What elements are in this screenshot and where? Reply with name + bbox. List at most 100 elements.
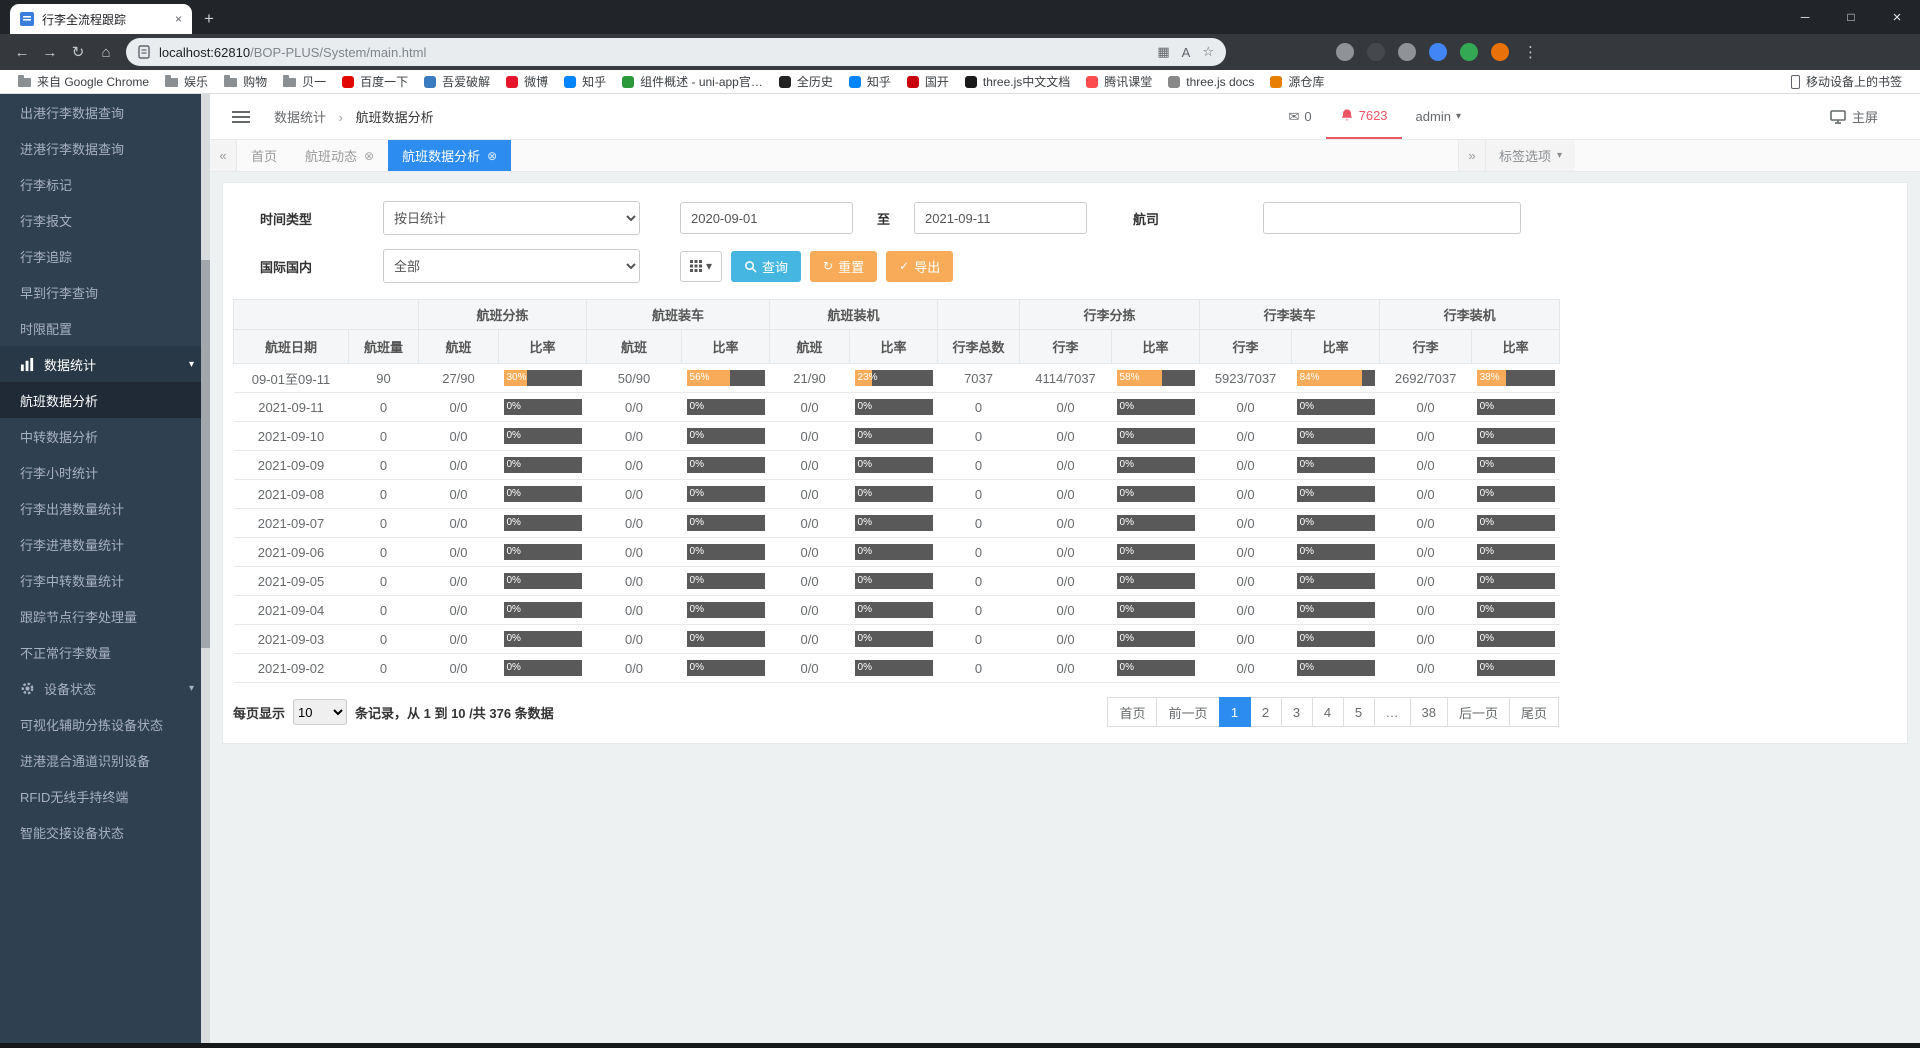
page-button[interactable]: 后一页 [1447, 697, 1510, 727]
sidebar-item[interactable]: 行李标记 [0, 166, 210, 202]
site-info-icon[interactable] [138, 45, 150, 59]
profile-avatar[interactable] [1491, 43, 1509, 61]
bookmark-item[interactable]: 购物 [216, 70, 275, 93]
date-to-input[interactable] [914, 202, 1087, 234]
data-cell: 0/0 [1380, 393, 1472, 422]
sidebar-item[interactable]: 行李出港数量统计 [0, 490, 210, 526]
bookmark-item[interactable]: 微博 [498, 70, 556, 93]
notifications-button[interactable]: 7623 [1326, 94, 1402, 139]
page-tab[interactable]: 航班动态⊗ [291, 140, 388, 171]
sidebar-item[interactable]: 时限配置 [0, 310, 210, 346]
sidebar-item[interactable]: 智能交接设备状态 [0, 814, 210, 850]
close-button[interactable]: × [1874, 0, 1920, 34]
date-from-input[interactable] [680, 202, 853, 234]
translate-extension-icon[interactable] [1429, 43, 1447, 61]
data-cell: 09-01至09-11 [234, 364, 349, 393]
bookmark-item[interactable]: 来自 Google Chrome [10, 70, 157, 93]
sidebar-item[interactable]: 早到行李查询 [0, 274, 210, 310]
sidebar-item[interactable]: 跟踪节点行李处理量 [0, 598, 210, 634]
sidebar-item[interactable]: 不正常行李数量 [0, 634, 210, 670]
columns-toggle-button[interactable]: ▾ [680, 251, 722, 282]
tabs-scroll-right-button[interactable]: » [1458, 140, 1485, 171]
sidebar-item[interactable]: 航班数据分析 [0, 382, 210, 418]
page-button[interactable]: 首页 [1107, 697, 1157, 727]
extension-badge-icon[interactable] [1367, 43, 1385, 61]
sidebar-group[interactable]: 设备状态▾ [0, 670, 210, 706]
sidebar-item[interactable]: 进港行李数据查询 [0, 130, 210, 166]
page-size-select[interactable]: 10 [293, 699, 347, 725]
sidebar-item[interactable]: 中转数据分析 [0, 418, 210, 454]
bookmark-item[interactable]: 知乎 [556, 70, 614, 93]
page-tab[interactable]: 航班数据分析⊗ [388, 140, 511, 171]
scope-select[interactable]: 全部 [383, 249, 640, 283]
tab-close-icon[interactable]: ⊗ [364, 149, 374, 163]
airline-input[interactable] [1263, 202, 1521, 234]
bookmark-star-icon[interactable]: ☆ [1202, 44, 1214, 60]
sidebar-item[interactable]: 行李报文 [0, 202, 210, 238]
page-button[interactable]: 2 [1250, 697, 1282, 727]
breadcrumb-parent[interactable]: 数据统计 [274, 110, 326, 125]
green-status-icon[interactable] [1460, 43, 1478, 61]
bookmark-item[interactable]: three.js docs [1160, 70, 1262, 93]
sidebar-item[interactable]: 行李进港数量统计 [0, 526, 210, 562]
sidebar-scrollbar[interactable] [201, 94, 210, 1043]
page-button[interactable]: 5 [1343, 697, 1375, 727]
user-menu[interactable]: admin ▾ [1402, 94, 1475, 139]
page-tab[interactable]: 首页 [237, 140, 291, 171]
tab-options-button[interactable]: 标签选项 ▾ [1485, 140, 1575, 171]
bookmark-item[interactable]: 吾爱破解 [416, 70, 498, 93]
mail-button[interactable]: ✉ 0 [1274, 94, 1325, 139]
tab-close-icon[interactable]: × [175, 12, 182, 26]
bookmark-item[interactable]: 知乎 [841, 70, 899, 93]
page-button[interactable]: 1 [1219, 697, 1251, 727]
sidebar-item[interactable]: 行李中转数量统计 [0, 562, 210, 598]
page-button[interactable]: 4 [1312, 697, 1344, 727]
time-type-select[interactable]: 按日统计 [383, 201, 640, 235]
address-bar[interactable]: localhost:62810/BOP-PLUS/System/main.htm… [126, 38, 1226, 66]
bookmark-item[interactable]: 娱乐 [157, 70, 216, 93]
bookmark-item[interactable]: 贝一 [275, 70, 334, 93]
forward-icon[interactable]: → [36, 38, 64, 66]
sidebar-item[interactable]: 出港行李数据查询 [0, 94, 210, 130]
bookmark-item[interactable]: three.js中文文档 [957, 70, 1078, 93]
side-panel-icon[interactable] [1336, 43, 1354, 61]
progress-bar-label: 0% [507, 399, 521, 415]
home-icon[interactable]: ⌂ [92, 38, 120, 66]
bookmark-item[interactable]: 组件概述 - uni-app官… [614, 70, 771, 93]
bookmark-item[interactable]: 百度一下 [334, 70, 416, 93]
page-button[interactable]: 38 [1410, 697, 1448, 727]
hamburger-icon[interactable] [228, 104, 254, 130]
page-button[interactable]: … [1374, 697, 1411, 727]
tab-close-icon[interactable]: ⊗ [487, 149, 497, 163]
fullscreen-button[interactable]: 主屏 [1830, 107, 1920, 126]
page-button[interactable]: 3 [1281, 697, 1313, 727]
query-button[interactable]: 查询 [731, 251, 801, 282]
sidebar-item[interactable]: 进港混合通道识别设备 [0, 742, 210, 778]
sidebar-group[interactable]: 数据统计▾ [0, 346, 210, 382]
sidebar-item[interactable]: 行李追踪 [0, 238, 210, 274]
sidebar-item[interactable]: RFID无线手持终端 [0, 778, 210, 814]
translate-icon[interactable]: A [1182, 45, 1191, 60]
qr-icon[interactable]: ▦ [1157, 44, 1169, 60]
browser-menu-icon[interactable]: ⋮ [1523, 43, 1538, 61]
bookmark-item[interactable]: 全历史 [771, 70, 841, 93]
minimize-button[interactable]: ─ [1782, 0, 1828, 34]
sidebar-item[interactable]: 行李小时统计 [0, 454, 210, 490]
maximize-button[interactable]: □ [1828, 0, 1874, 34]
bookmark-item[interactable]: 国开 [899, 70, 957, 93]
reset-button[interactable]: ↻ 重置 [810, 251, 877, 282]
sidebar-item[interactable]: 可视化辅助分拣设备状态 [0, 706, 210, 742]
reload-icon[interactable]: ↻ [64, 38, 92, 66]
back-icon[interactable]: ← [8, 38, 36, 66]
bookmark-mobile-folder[interactable]: 移动设备上的书签 [1791, 73, 1910, 90]
bookmark-item[interactable]: 源仓库 [1262, 70, 1332, 93]
new-tab-button[interactable]: + [204, 9, 214, 29]
page-button[interactable]: 尾页 [1509, 697, 1559, 727]
page-button[interactable]: 前一页 [1156, 697, 1219, 727]
rewind-icon[interactable] [1398, 43, 1416, 61]
bookmark-item[interactable]: 腾讯课堂 [1078, 70, 1160, 93]
tabs-scroll-left-button[interactable]: « [210, 140, 237, 171]
browser-tab[interactable]: 行李全流程跟踪 × [10, 4, 192, 34]
scrollbar-thumb[interactable] [201, 260, 210, 648]
export-button[interactable]: ✓ 导出 [886, 251, 953, 282]
